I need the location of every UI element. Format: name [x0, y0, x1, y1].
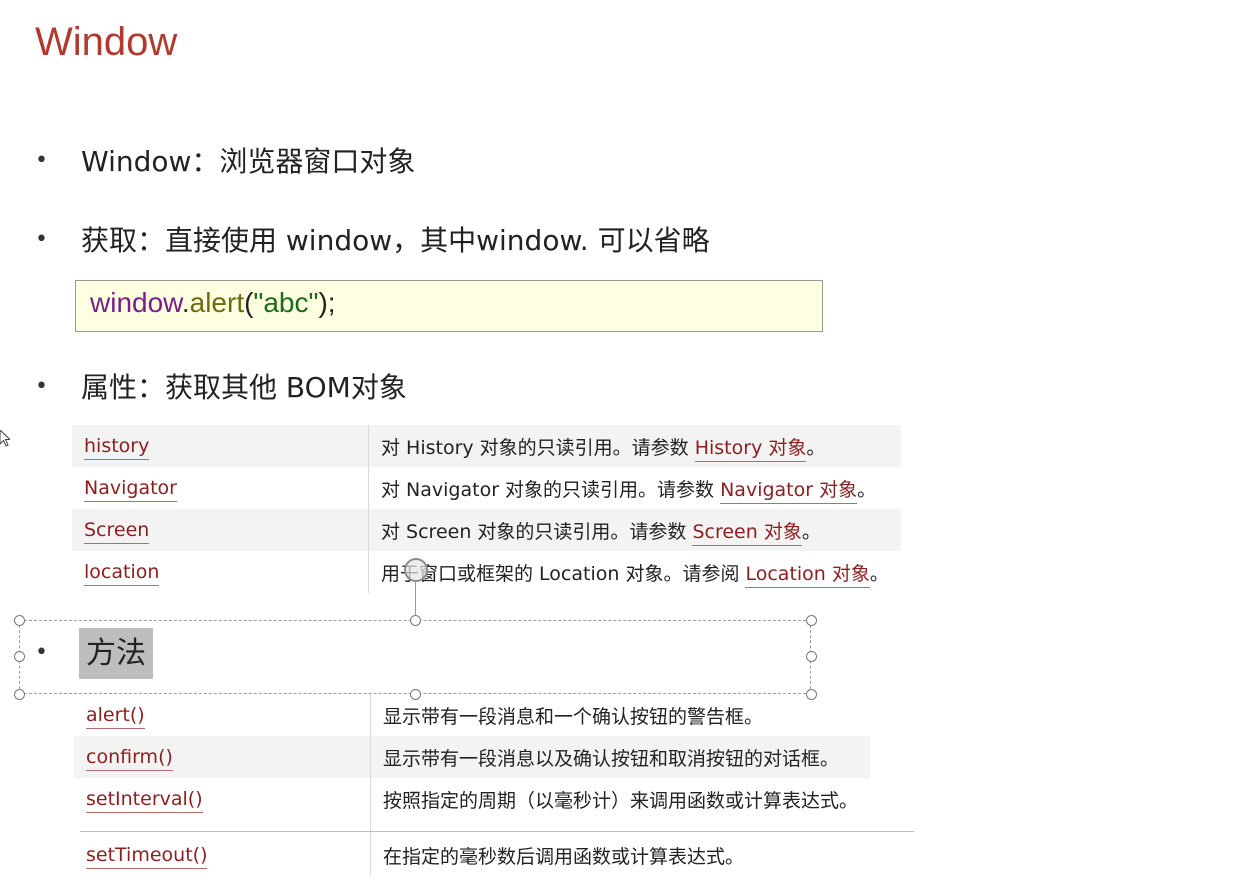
property-ref-link[interactable]: History 对象 — [694, 436, 807, 462]
resize-handle-top-right[interactable] — [806, 615, 817, 626]
table-row: setTimeout() 在指定的毫秒数后调用函数或计算表达式。 — [74, 834, 870, 876]
property-desc-cell: 对 History 对象的只读引用。请参数 History 对象。 — [368, 425, 901, 467]
code-string: "abc" — [253, 287, 319, 318]
methods-table: alert() 显示带有一段消息和一个确认按钮的警告框。 confirm() 显… — [74, 694, 871, 876]
bullet-text: 属性：获取其他 BOM对象 — [81, 371, 407, 404]
property-ref-link[interactable]: Location 对象 — [745, 562, 870, 588]
resize-handle-top[interactable] — [410, 615, 421, 626]
property-desc-end: 。 — [857, 478, 877, 501]
property-link[interactable]: Navigator — [84, 477, 177, 502]
table-row: Navigator 对 Navigator 对象的只读引用。请参数 Naviga… — [72, 467, 901, 509]
property-desc: 对 Screen 对象的只读引用。请参数 — [381, 520, 693, 543]
property-name-cell: location — [72, 551, 369, 593]
property-link[interactable]: history — [84, 435, 150, 460]
table-separator — [80, 831, 914, 832]
bullet-get-window: • 获取：直接使用 window，其中window. 可以省略 — [35, 219, 710, 259]
bullet-text: Window：浏览器窗口对象 — [81, 145, 416, 178]
method-link[interactable]: setInterval() — [86, 788, 203, 813]
bullet-window-desc: • Window：浏览器窗口对象 — [35, 140, 415, 180]
method-desc-cell: 显示带有一段消息以及确认按钮和取消按钮的对话框。 — [370, 736, 871, 778]
resize-handle-left[interactable] — [14, 651, 25, 662]
bullet-text: 获取：直接使用 window，其中window. 可以省略 — [81, 224, 710, 257]
code-close: ); — [318, 287, 336, 318]
property-desc-end: 。 — [806, 436, 826, 459]
property-link[interactable]: Screen — [84, 519, 150, 544]
method-link[interactable]: confirm() — [86, 746, 173, 771]
code-dot: . — [181, 287, 190, 318]
code-object: window — [90, 287, 182, 318]
property-ref-link[interactable]: Navigator 对象 — [720, 478, 858, 504]
resize-handle-top-left[interactable] — [14, 615, 25, 626]
method-desc-cell: 显示带有一段消息和一个确认按钮的警告框。 — [383, 705, 764, 728]
properties-table: history 对 History 对象的只读引用。请参数 History 对象… — [72, 425, 901, 593]
property-desc: 对 History 对象的只读引用。请参数 — [381, 436, 695, 459]
table-row: setInterval() 按照指定的周期（以毫秒计）来调用函数或计算表达式。 — [74, 778, 870, 820]
table-row: confirm() 显示带有一段消息以及确认按钮和取消按钮的对话框。 — [74, 736, 871, 778]
table-row: history 对 History 对象的只读引用。请参数 History 对象… — [72, 425, 901, 467]
property-desc-cell: 用于窗口或框架的 Location 对象。请参阅 Location 对象。 — [369, 551, 901, 593]
method-link[interactable]: alert() — [86, 704, 145, 729]
table-row: alert() 显示带有一段消息和一个确认按钮的警告框。 — [74, 694, 870, 736]
method-link[interactable]: setTimeout() — [86, 844, 208, 869]
mouse-cursor-icon — [0, 430, 10, 447]
bullet-dot: • — [35, 226, 48, 252]
resize-handle-bottom-left[interactable] — [14, 689, 25, 700]
bullet-dot: • — [35, 640, 48, 665]
method-desc-cell: 在指定的毫秒数后调用函数或计算表达式。 — [383, 845, 745, 868]
code-example: window.alert("abc"); — [75, 280, 823, 332]
bullet-dot: • — [35, 373, 48, 399]
method-name-cell: alert() — [74, 694, 371, 736]
property-name-cell: Screen — [72, 509, 369, 551]
code-function: alert — [189, 287, 245, 318]
method-name-cell: confirm() — [74, 736, 371, 778]
bullet-dot: • — [35, 147, 48, 173]
property-link[interactable]: location — [84, 561, 160, 586]
property-desc-end: 。 — [869, 562, 889, 585]
bullet-properties: • 属性：获取其他 BOM对象 — [35, 366, 407, 406]
methods-heading-selected[interactable]: 方法 — [79, 628, 153, 679]
table-row: Screen 对 Screen 对象的只读引用。请参数 Screen 对象。 — [72, 509, 901, 551]
rotate-handle-icon[interactable] — [404, 558, 428, 582]
property-name-cell: history — [72, 425, 369, 467]
method-name-cell: setInterval() — [74, 778, 371, 820]
slide-title: Window — [35, 20, 178, 64]
table-row: location 用于窗口或框架的 Location 对象。请参阅 Locati… — [72, 551, 901, 593]
property-desc-end: 。 — [801, 520, 821, 543]
resize-handle-right[interactable] — [806, 651, 817, 662]
property-desc-cell: 对 Navigator 对象的只读引用。请参数 Navigator 对象。 — [369, 467, 901, 509]
property-desc: 用于窗口或框架的 Location 对象。请参阅 — [381, 562, 746, 585]
property-desc-cell: 对 Screen 对象的只读引用。请参数 Screen 对象。 — [368, 509, 901, 551]
method-desc-cell: 按照指定的周期（以毫秒计）来调用函数或计算表达式。 — [383, 789, 859, 812]
property-name-cell: Navigator — [72, 467, 369, 509]
bullet-methods-dot-row: • — [35, 640, 81, 665]
property-ref-link[interactable]: Screen 对象 — [692, 520, 802, 546]
property-desc: 对 Navigator 对象的只读引用。请参数 — [381, 478, 721, 501]
method-name-cell: setTimeout() — [74, 834, 371, 876]
